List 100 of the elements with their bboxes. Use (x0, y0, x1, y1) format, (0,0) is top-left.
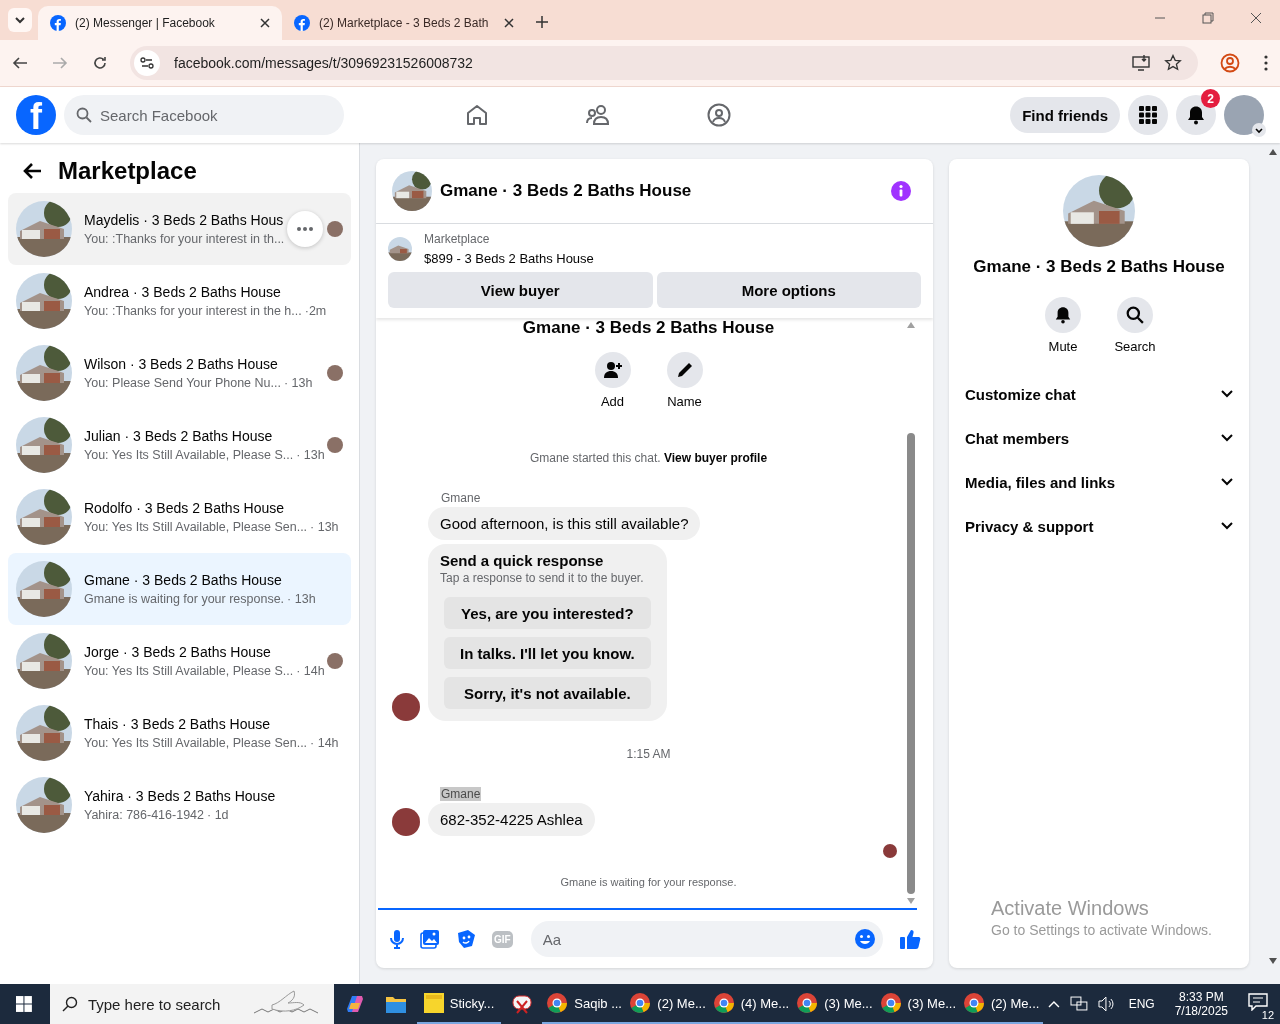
message-preview: You: Yes Its Still Available, Please Sen... (84, 520, 308, 534)
thumbs-up-icon[interactable] (899, 928, 921, 950)
quick-response-button[interactable]: Sorry, it's not available. (444, 677, 651, 709)
taskbar-app-button[interactable]: (2) Me... (625, 984, 710, 1024)
scroll-up-icon[interactable] (1268, 149, 1277, 155)
taskbar-search-field[interactable]: Type here to search (49, 984, 334, 1024)
address-bar[interactable]: facebook.com/messages/t/30969231526008732 (130, 46, 1198, 80)
home-icon[interactable] (465, 103, 490, 127)
close-icon[interactable] (1250, 12, 1262, 24)
house-photo (16, 633, 72, 689)
conversation-item[interactable]: Maydelis · 3 Beds 2 Baths Hous You: :Thanks for your interest in th... (8, 193, 351, 265)
browser-tab[interactable]: (2) Messenger | Facebook (38, 6, 282, 40)
clock-date[interactable]: 7/18/2025 (1174, 1004, 1229, 1018)
listing-action-button[interactable]: More options (656, 272, 921, 308)
emoji-icon[interactable] (854, 928, 876, 950)
quick-response-button[interactable]: Yes, are you interested? (444, 597, 651, 629)
reload-icon[interactable] (92, 55, 108, 71)
menu-icon[interactable] (1264, 55, 1268, 71)
taskbar-app-button[interactable]: (4) Me... (709, 984, 793, 1024)
status-message: Gmane is waiting for your response. (560, 876, 737, 888)
notifications-button[interactable] (1176, 95, 1216, 135)
listing-action-button[interactable]: View buyer (388, 272, 653, 308)
mute-button[interactable] (1045, 297, 1081, 333)
back-icon[interactable] (12, 55, 28, 71)
close-icon[interactable] (260, 18, 270, 28)
listing-label: Marketplace (424, 232, 491, 246)
search-button[interactable] (1117, 297, 1153, 333)
search-field[interactable]: Search Facebook (64, 95, 344, 135)
info-icon[interactable] (891, 181, 911, 201)
grid-icon (1138, 105, 1158, 125)
edit-name-button[interactable] (666, 352, 703, 388)
caret-icon[interactable] (1047, 1000, 1060, 1008)
back-arrow-icon[interactable] (22, 162, 42, 180)
details-section[interactable]: Media, files and links (965, 460, 1233, 504)
action-label: Add (600, 394, 625, 409)
menu-button[interactable] (1128, 95, 1168, 135)
caret-icon[interactable] (1252, 123, 1266, 137)
add-person-icon (602, 360, 623, 380)
star-icon[interactable] (1164, 54, 1182, 72)
conversation-title: Andrea · 3 Beds 2 Baths House (84, 284, 282, 300)
clock-time[interactable]: 8:33 PM (1179, 990, 1224, 1004)
message-preview: You: Please Send Your Phone Nu... (84, 376, 281, 390)
message-input[interactable]: Aa (530, 921, 883, 957)
scroll-down-icon[interactable] (1268, 958, 1277, 964)
taskbar-app-button[interactable]: (3) Me... (792, 984, 877, 1024)
conversation-item[interactable]: Jorge · 3 Beds 2 Baths House You: Yes Its Still Available, Please S... · 14h (8, 625, 351, 697)
find-friends-button[interactable]: Find friends (1010, 97, 1120, 133)
conversation-item[interactable]: Julian · 3 Beds 2 Baths House You: Yes Its Still Available, Please S... · 13h (8, 409, 351, 481)
view-buyer-profile-link[interactable]: View buyer profile (663, 451, 768, 465)
sidebar-title: Marketplace (58, 157, 197, 185)
activation-watermark-title: Activate Windows (991, 897, 1150, 920)
chat-title: Gmane · 3 Beds 2 Baths House (440, 181, 692, 201)
conversation-item[interactable]: Gmane · 3 Beds 2 Baths House Gmane is waiting for your response. · 13h (8, 553, 351, 625)
taskbar-app-button[interactable]: (2) Me... (959, 984, 1043, 1024)
message-preview: You: :Thanks for your interest in th... (84, 232, 285, 246)
conversation-title: Maydelis · 3 Beds 2 Baths Hous (84, 212, 285, 228)
add-person-button[interactable] (594, 352, 631, 388)
site-info-icon[interactable] (134, 50, 160, 76)
restore-icon[interactable] (1202, 12, 1214, 24)
browser-tab[interactable]: (2) Marketplace - 3 Beds 2 Bath (282, 6, 526, 40)
message-timestamp: 1:15 AM (626, 747, 671, 761)
bell-icon (1186, 105, 1206, 125)
taskbar-app-button[interactable]: (3) Me... (876, 984, 960, 1024)
image-icon[interactable] (420, 929, 440, 949)
conversation-item[interactable]: Rodolfo · 3 Beds 2 Baths House You: Yes Its Still Available, Please Sen... · 13h (8, 481, 351, 553)
profile-icon[interactable] (1220, 53, 1240, 73)
details-section[interactable]: Privacy & support (965, 504, 1233, 548)
conversation-title: Thais · 3 Beds 2 Baths House (84, 716, 271, 732)
house-photo (16, 417, 72, 473)
microphone-icon[interactable] (390, 929, 404, 949)
language-indicator[interactable]: ENG (1128, 997, 1155, 1011)
sticker-icon[interactable] (456, 929, 476, 949)
windows-start-icon[interactable] (16, 996, 32, 1012)
details-section[interactable]: Chat members (965, 416, 1233, 460)
notification-center-icon[interactable] (1248, 993, 1269, 1011)
friends-icon[interactable] (585, 103, 612, 127)
bell-icon (1054, 306, 1072, 324)
conversation-title: Gmane · 3 Beds 2 Baths House (84, 572, 283, 588)
details-section[interactable]: Customize chat (965, 372, 1233, 416)
install-app-icon[interactable] (1132, 54, 1150, 72)
more-icon (297, 227, 313, 231)
listing-title[interactable]: $899 - 3 Beds 2 Baths House (424, 251, 594, 266)
network-icon[interactable] (1069, 996, 1088, 1012)
new-tab-icon[interactable] (536, 16, 548, 28)
close-icon[interactable] (504, 18, 514, 28)
conversation-item[interactable]: Andrea · 3 Beds 2 Baths House You: :Thanks for your interest in the h... ·2m (8, 265, 351, 337)
tab-search-button[interactable] (8, 8, 32, 32)
conversation-item[interactable]: Thais · 3 Beds 2 Baths House You: Yes Its Still Available, Please Sen... · 14h (8, 697, 351, 769)
speaker-icon[interactable] (1097, 996, 1116, 1012)
scrollbar-thumb[interactable] (907, 433, 915, 894)
facebook-logo[interactable]: f (16, 95, 56, 135)
quick-response-button[interactable]: In talks. I'll let you know. (444, 637, 651, 669)
groups-icon[interactable] (707, 103, 732, 127)
more-button[interactable] (287, 211, 323, 247)
conversation-title: Wilson · 3 Beds 2 Baths House (84, 356, 279, 372)
taskbar-app-button[interactable]: Sticky... (417, 984, 501, 1024)
taskbar-app-button[interactable]: Saqib ... (542, 984, 626, 1024)
conversation-item[interactable]: Yahira · 3 Beds 2 Baths House Yahira: 786-416-1942 · 1d (8, 769, 351, 841)
quick-response-title: Send a quick response (440, 552, 605, 569)
conversation-item[interactable]: Wilson · 3 Beds 2 Baths House You: Please Send Your Phone Nu... · 13h (8, 337, 351, 409)
